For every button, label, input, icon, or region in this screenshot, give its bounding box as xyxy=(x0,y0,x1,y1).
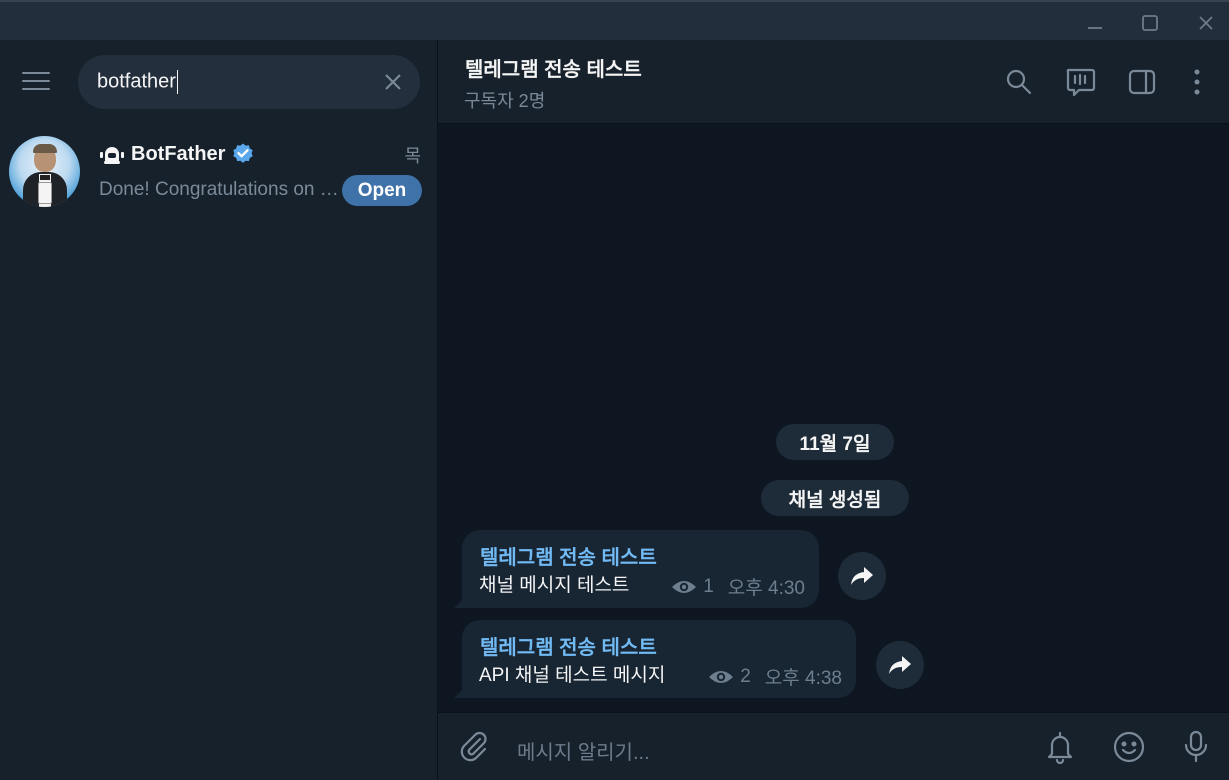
message-time: 오후 4:30 xyxy=(727,578,805,599)
forward-icon[interactable] xyxy=(838,552,886,600)
live-stream-icon[interactable] xyxy=(1062,64,1098,100)
message-meta: 1 오후 4:30 xyxy=(671,573,805,600)
clear-search-icon[interactable] xyxy=(382,71,404,93)
channel-subscribers: 구독자 2명 xyxy=(464,91,546,111)
message-time: 오후 4:38 xyxy=(764,668,842,689)
open-button[interactable]: Open xyxy=(342,175,422,206)
close-icon[interactable] xyxy=(1184,6,1228,40)
search-input[interactable]: botfather xyxy=(97,70,178,94)
more-vertical-icon[interactable] xyxy=(1179,64,1215,100)
channel-title[interactable]: 텔레그램 전송 테스트 xyxy=(465,53,642,82)
chat-list-panel: botfather BotFather 목 Done! Congratulati… xyxy=(0,40,438,780)
message-input[interactable]: 메시지 알리기... xyxy=(517,736,650,765)
date-divider: 11월 7일 xyxy=(776,424,894,460)
emoji-icon[interactable] xyxy=(1111,729,1147,765)
view-count: 2 xyxy=(740,665,751,687)
message-author[interactable]: 텔레그램 전송 테스트 xyxy=(480,631,657,660)
message-meta: 2 오후 4:38 xyxy=(708,663,842,690)
service-message: 채널 생성됨 xyxy=(761,480,909,516)
bell-icon[interactable] xyxy=(1042,729,1078,765)
attach-icon[interactable] xyxy=(456,729,492,765)
chat-header: 텔레그램 전송 테스트 구독자 2명 xyxy=(438,40,1229,124)
maximize-icon[interactable] xyxy=(1128,6,1172,40)
message-composer: 메시지 알리기... xyxy=(438,712,1229,780)
text-caret xyxy=(176,70,178,94)
chat-name: BotFather xyxy=(131,142,226,165)
minimize-icon[interactable] xyxy=(1073,6,1117,40)
bot-icon xyxy=(100,147,124,164)
sidebar-toggle-icon[interactable] xyxy=(1124,64,1160,100)
verified-badge-icon xyxy=(233,143,254,163)
view-count: 1 xyxy=(703,575,714,597)
microphone-icon[interactable] xyxy=(1178,729,1214,765)
message-bubble[interactable]: 텔레그램 전송 테스트 채널 메시지 테스트 1 오후 4:30 xyxy=(454,530,819,608)
chat-time: 목 xyxy=(404,146,421,166)
chat-preview: Done! Congratulations on your new bot. xyxy=(99,179,344,200)
message-area[interactable]: 11월 7일 채널 생성됨 텔레그램 전송 테스트 채널 메시지 테스트 1 오… xyxy=(438,124,1229,712)
message-text: API 채널 테스트 메시지 xyxy=(479,665,666,686)
message-bubble[interactable]: 텔레그램 전송 테스트 API 채널 테스트 메시지 2 오후 4:38 xyxy=(454,620,856,698)
search-icon[interactable] xyxy=(1001,64,1037,100)
window-titlebar xyxy=(0,0,1229,40)
hamburger-menu-icon[interactable] xyxy=(16,66,56,96)
forward-icon[interactable] xyxy=(876,641,924,689)
avatar xyxy=(9,136,80,207)
search-field[interactable]: botfather xyxy=(78,55,420,109)
views-eye-icon xyxy=(672,580,697,593)
views-eye-icon xyxy=(709,670,734,683)
message-text: 채널 메시지 테스트 xyxy=(479,575,630,596)
chat-list-item-botfather[interactable]: BotFather 목 Done! Congratulations on you… xyxy=(0,130,437,210)
message-author[interactable]: 텔레그램 전송 테스트 xyxy=(480,541,657,570)
